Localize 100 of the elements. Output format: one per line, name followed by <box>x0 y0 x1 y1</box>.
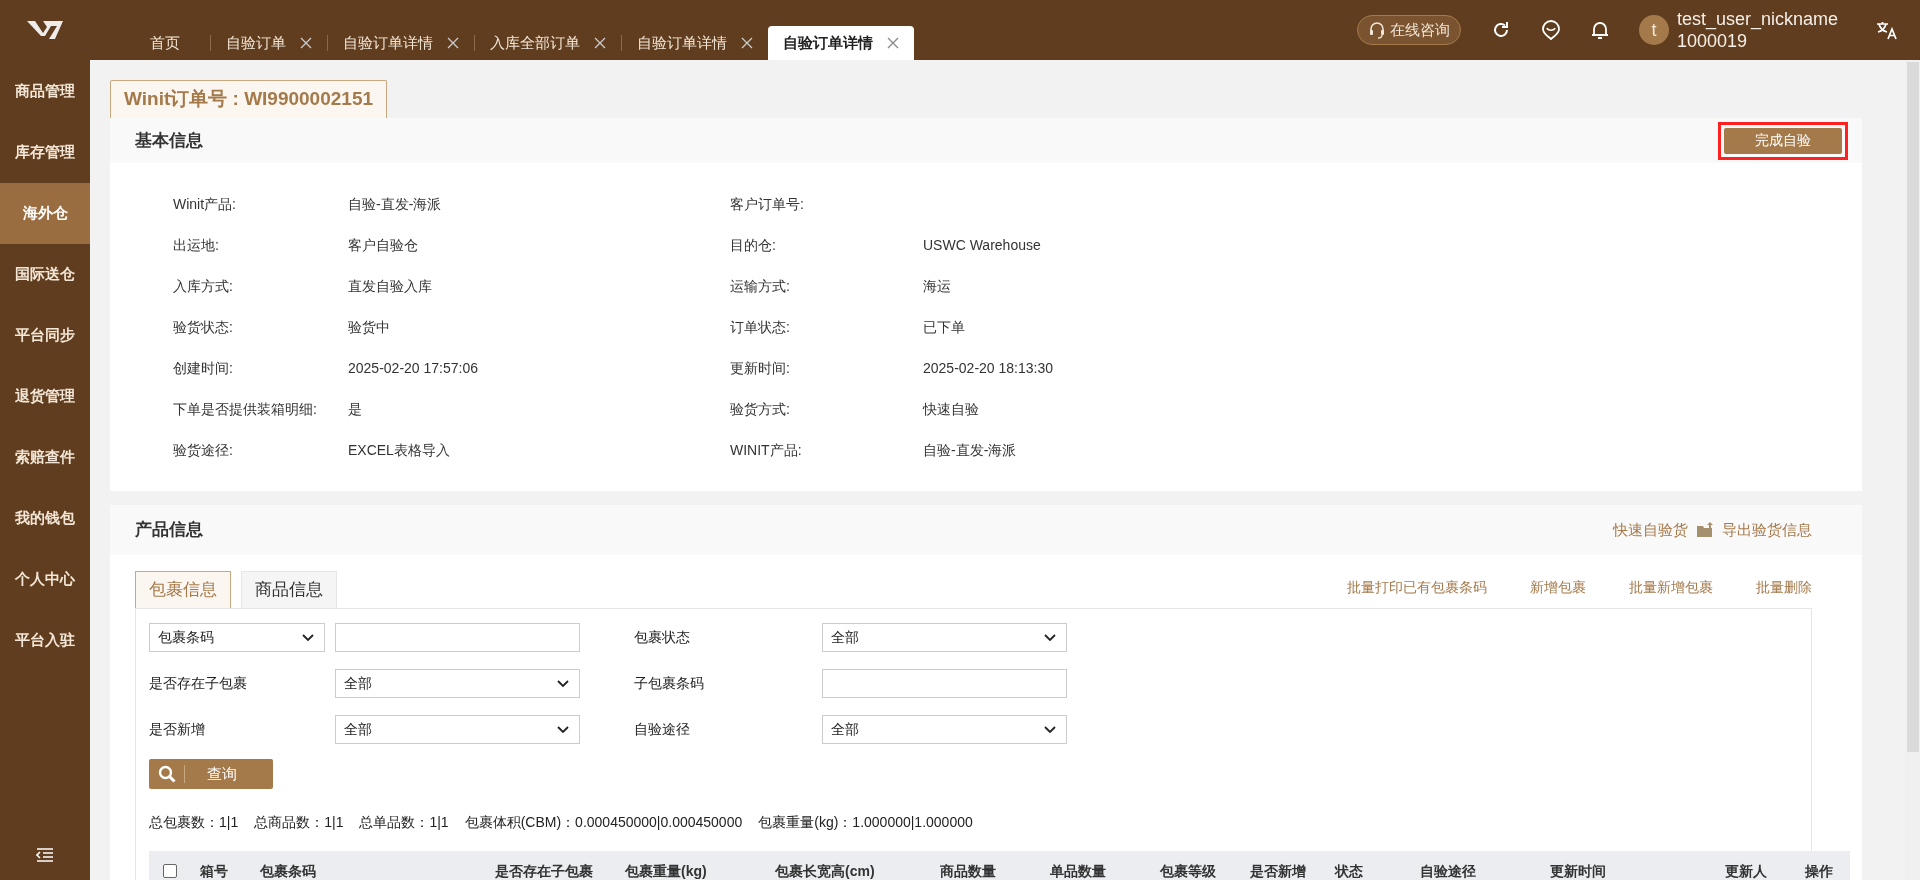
field-label: Winit产品: <box>173 195 237 214</box>
field-label: 运输方式: <box>730 277 791 296</box>
select-all-checkbox[interactable] <box>162 864 177 878</box>
nav-tab[interactable]: 自验订单详情 <box>768 26 914 60</box>
column-header: 包裹长宽高(cm) <box>774 861 876 880</box>
bell-icon[interactable] <box>1590 20 1609 40</box>
field-value: 自验-直发-海派 <box>923 441 1018 460</box>
column-header: 更新人 <box>1724 861 1768 880</box>
column-header: 包裹条码 <box>259 861 317 880</box>
headset-icon <box>1367 21 1386 39</box>
order-number-tab[interactable]: Winit订单号 : WI9900002151 <box>110 80 388 118</box>
field-value: 直发自验入库 <box>348 277 433 296</box>
dropdown[interactable]: 全部 <box>335 715 580 744</box>
translate-icon[interactable] <box>1876 20 1898 40</box>
chat-icon[interactable] <box>1540 19 1561 41</box>
content-tab[interactable]: 包裹信息 <box>135 571 231 608</box>
field-value: 海运 <box>923 277 952 296</box>
collapse-menu-icon[interactable] <box>36 848 54 862</box>
filter-label: 自验途径 <box>634 720 690 739</box>
column-header: 状态 <box>1333 861 1364 880</box>
caret-icon <box>557 725 569 734</box>
action-link[interactable]: 批量新增包裹 <box>1629 577 1713 598</box>
nav-tab[interactable]: 自验订单详情 <box>622 26 768 60</box>
online-consult-button[interactable]: 在线咨询 <box>1356 15 1461 45</box>
caret-icon <box>302 633 314 642</box>
scrollbar-thumb[interactable] <box>1906 62 1919 752</box>
sidebar-item[interactable]: 个人中心 <box>0 549 90 610</box>
dropdown[interactable]: 包裹条码 <box>149 623 325 652</box>
close-icon[interactable] <box>300 37 312 49</box>
field-value: USWC Warehouse <box>923 236 1042 255</box>
field-label: 验货状态: <box>173 318 234 337</box>
export-inspection-link[interactable]: 导出验货信息 <box>1722 518 1812 542</box>
sidebar-item[interactable]: 索赔查件 <box>0 427 90 488</box>
field-value: 自验-直发-海派 <box>348 195 443 214</box>
column-header: 包裹重量(kg) <box>624 861 708 880</box>
field-value: 已下单 <box>923 318 966 337</box>
filter-label: 是否新增 <box>149 720 205 739</box>
field-label: 订单状态: <box>730 318 791 337</box>
search-button[interactable]: 查询 <box>149 759 273 789</box>
close-icon[interactable] <box>594 37 606 49</box>
summary-stat: 总商品数：1|1 <box>254 812 344 832</box>
summary-stat: 总单品数：1|1 <box>359 812 449 832</box>
column-header: 单品数量 <box>1049 861 1107 880</box>
field-value: 是 <box>348 400 363 419</box>
field-label: 验货途径: <box>173 441 234 460</box>
sidebar-item[interactable]: 库存管理 <box>0 122 90 183</box>
dropdown[interactable]: 全部 <box>822 715 1067 744</box>
sidebar-item[interactable]: 退货管理 <box>0 366 90 427</box>
nav-tab[interactable]: 自验订单详情 <box>328 26 474 60</box>
field-value: 客户自验仓 <box>348 236 419 255</box>
sidebar-item[interactable]: 海外仓 <box>0 183 90 244</box>
section-title: 产品信息 <box>135 519 203 542</box>
dropdown[interactable]: 全部 <box>335 669 580 698</box>
nav-tab[interactable]: 入库全部订单 <box>475 26 621 60</box>
field-value: 2025-02-20 18:13:30 <box>923 359 1054 378</box>
content-tab[interactable]: 商品信息 <box>241 571 337 608</box>
field-label: 创建时间: <box>173 359 234 378</box>
dropdown[interactable]: 全部 <box>822 623 1067 652</box>
section-title: 基本信息 <box>135 129 203 152</box>
user-nickname: test_user_nickname <box>1676 8 1838 30</box>
column-header: 操作 <box>1804 861 1834 880</box>
nav-tab[interactable]: 自验订单 <box>211 26 327 60</box>
sidebar-item[interactable]: 我的钱包 <box>0 488 90 549</box>
field-value: EXCEL表格导入 <box>348 441 451 460</box>
field-label: 入库方式: <box>173 277 234 296</box>
text-input[interactable] <box>822 669 1067 698</box>
search-icon <box>157 765 176 783</box>
caret-icon <box>557 679 569 688</box>
sidebar-item[interactable]: 国际送仓 <box>0 244 90 305</box>
close-icon[interactable] <box>741 37 753 49</box>
sidebar-item[interactable]: 商品管理 <box>0 61 90 122</box>
column-header: 包裹等级 <box>1159 861 1217 880</box>
field-label: 出运地: <box>173 236 220 255</box>
field-value: 快速自验 <box>923 400 980 419</box>
field-label: 下单是否提供装箱明细: <box>173 400 318 419</box>
quick-inspection-link[interactable]: 快速自验货 <box>1613 518 1688 542</box>
field-value: 验货中 <box>348 318 391 337</box>
filter-label: 是否存在子包裹 <box>149 674 247 693</box>
nav-tab[interactable]: 首页 <box>120 26 210 60</box>
folder-upload-icon <box>1696 522 1714 538</box>
column-header: 更新时间 <box>1549 861 1607 880</box>
text-input[interactable] <box>335 623 580 652</box>
complete-inspection-button[interactable]: 完成自验 <box>1724 127 1842 154</box>
summary-stat: 包裹重量(kg)：1.000000|1.000000 <box>758 812 973 832</box>
field-label: WINIT产品: <box>730 441 803 460</box>
action-link[interactable]: 批量打印已有包裹条码 <box>1347 577 1487 598</box>
filter-label: 包裹状态 <box>634 628 690 647</box>
action-link[interactable]: 批量删除 <box>1756 577 1812 598</box>
summary-stat: 包裹体积(CBM)：0.000450000|0.000450000 <box>464 812 743 832</box>
user-id: 1000019 <box>1676 30 1748 52</box>
sidebar-item[interactable]: 平台入驻 <box>0 610 90 671</box>
close-icon[interactable] <box>887 37 899 49</box>
field-label: 目的仓: <box>730 236 777 255</box>
caret-icon <box>1044 633 1056 642</box>
filter-label: 子包裹条码 <box>634 674 704 693</box>
action-link[interactable]: 新增包裹 <box>1530 577 1586 598</box>
field-label: 验货方式: <box>730 400 791 419</box>
sidebar-item[interactable]: 平台同步 <box>0 305 90 366</box>
close-icon[interactable] <box>447 37 459 49</box>
summary-stat: 总包裹数：1|1 <box>149 812 239 832</box>
